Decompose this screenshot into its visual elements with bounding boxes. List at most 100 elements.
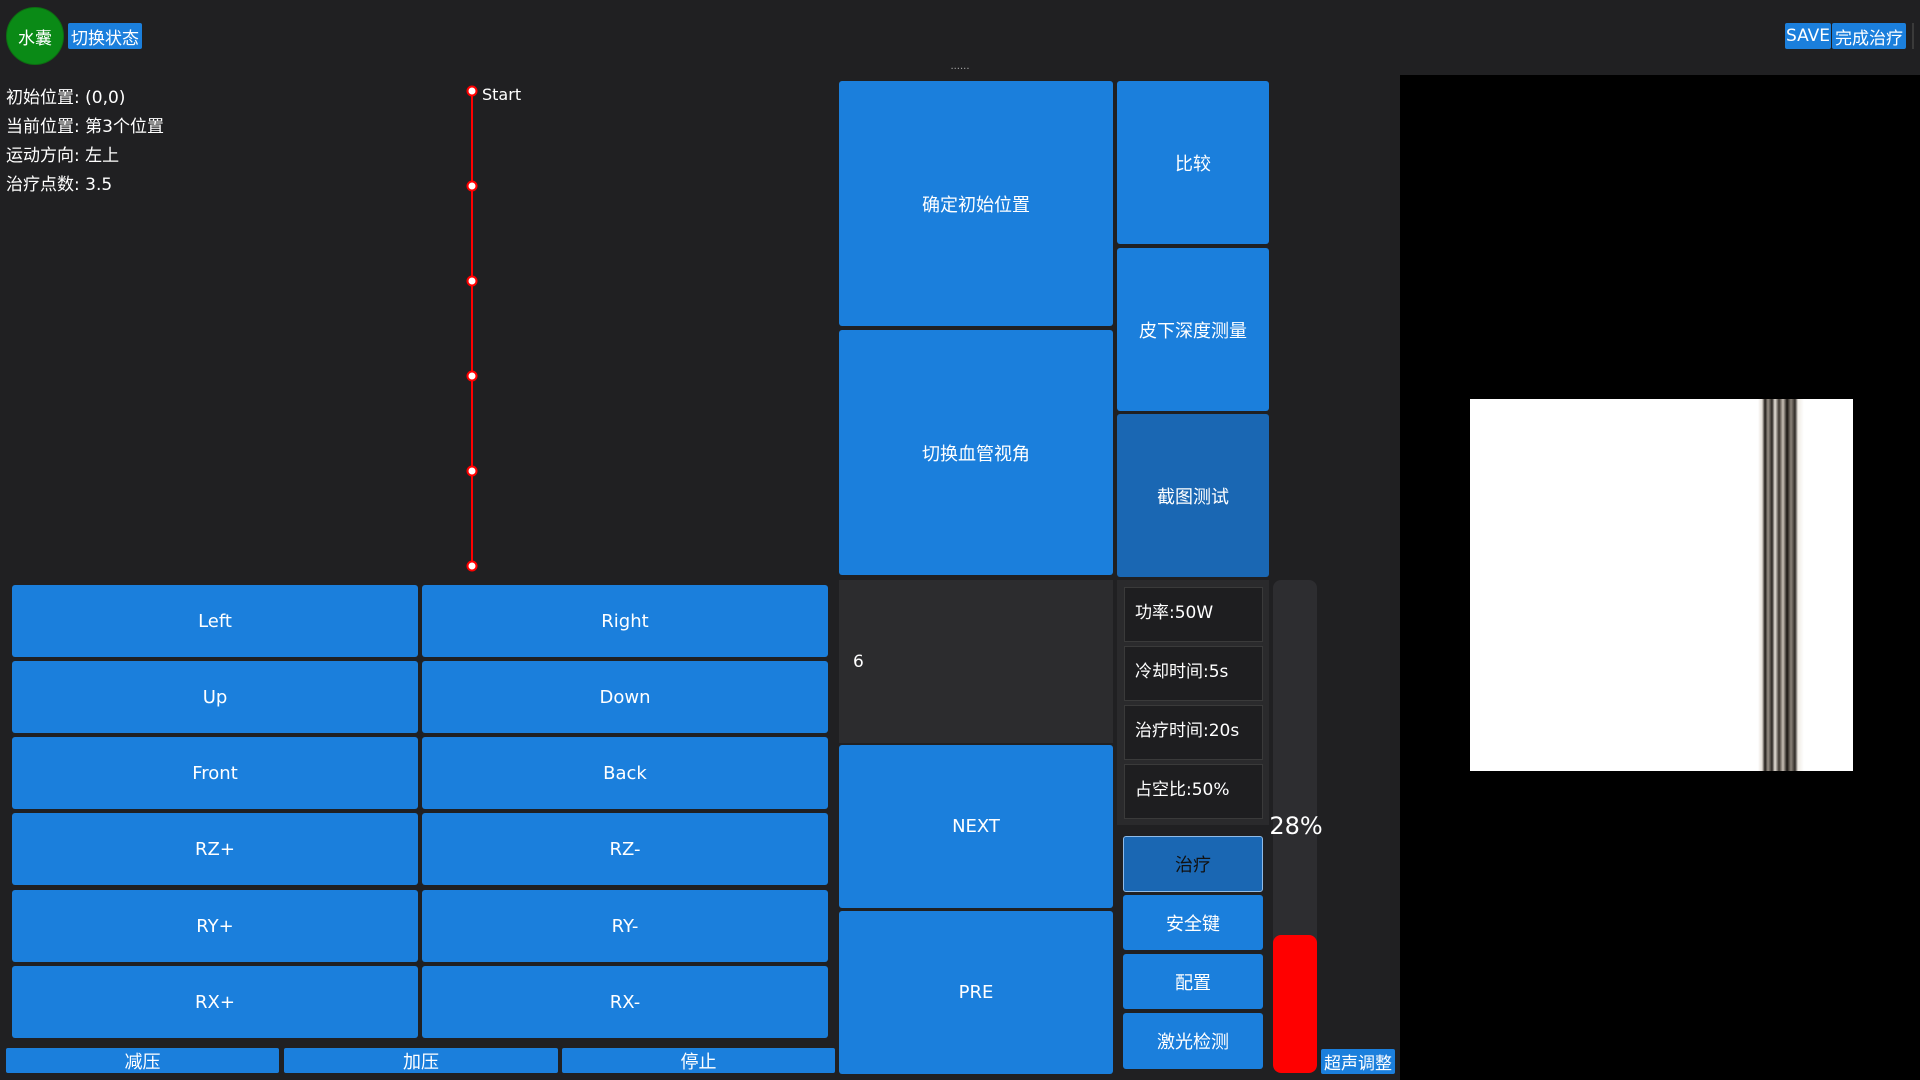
stop-label: 停止: [680, 1051, 717, 1073]
confirm-initial-position-label: 确定初始位置: [922, 194, 1030, 216]
screenshot-test-button[interactable]: 截图测试: [1117, 414, 1269, 577]
motion-down-button[interactable]: Down: [422, 661, 828, 733]
config-label: 配置: [1175, 972, 1211, 994]
ultrasound-adjust-label: 超声调整: [1324, 1054, 1392, 1074]
motion-button-label: Back: [603, 762, 647, 784]
path-start-label: Start: [482, 85, 521, 104]
laser-detect-label: 激光检测: [1157, 1032, 1229, 1053]
motion-button-label: Up: [202, 686, 228, 708]
motion-button-label: RZ-: [609, 838, 641, 860]
initial-position-label: 初始位置:: [6, 88, 80, 108]
path-point: [466, 180, 478, 192]
motion-button-label: RY-: [611, 915, 639, 937]
ultrasound-adjust-button[interactable]: 超声调整: [1321, 1049, 1395, 1074]
safety-key-label: 安全键: [1166, 913, 1220, 935]
finish-treatment-button[interactable]: 完成治疗: [1832, 23, 1906, 49]
treatment-path-diagram: Start: [466, 85, 521, 572]
current-position-value: 第3个位置: [85, 117, 164, 137]
path-point: [466, 465, 478, 477]
compare-button[interactable]: 比较: [1117, 81, 1269, 244]
switch-vessel-view-button[interactable]: 切换血管视角: [839, 330, 1113, 575]
treatment-time-param: 治疗时间:20s: [1124, 705, 1263, 760]
motion-rx-plus-button[interactable]: RX+: [12, 966, 418, 1038]
switch-vessel-view-label: 切换血管视角: [922, 443, 1030, 465]
motion-button-label: Down: [599, 686, 651, 708]
motion-up-button[interactable]: Up: [12, 661, 418, 733]
compare-label: 比较: [1175, 153, 1211, 175]
laser-detect-button[interactable]: 激光检测: [1123, 1013, 1263, 1069]
finish-treatment-label: 完成治疗: [1835, 28, 1903, 49]
save-label: SAVE: [1785, 26, 1831, 46]
switch-state-button[interactable]: 切换状态: [68, 23, 142, 49]
status-indicator[interactable]: 水囊: [6, 7, 64, 65]
treat-label: 治疗: [1175, 855, 1211, 876]
treatment-points-label: 治疗点数:: [6, 175, 80, 195]
direction-label: 运动方向:: [6, 146, 80, 166]
direction-value: 左上: [85, 146, 120, 166]
motion-button-label: RX+: [195, 991, 235, 1013]
motion-button-label: RZ+: [195, 838, 235, 860]
cooling-time-param: 冷却时间:5s: [1124, 646, 1263, 701]
power-gauge-fill: [1273, 934, 1317, 1073]
config-button[interactable]: 配置: [1123, 954, 1263, 1009]
motion-rx-minus-button[interactable]: RX-: [422, 966, 828, 1038]
ultrasound-image: [1470, 399, 1853, 771]
path-point: [466, 370, 478, 382]
decompress-label: 减压: [124, 1051, 161, 1073]
power-label: 功率:50W: [1135, 603, 1214, 623]
decompress-button[interactable]: 减压: [6, 1048, 279, 1073]
status-indicator-label: 水囊: [18, 28, 52, 49]
safety-key-button[interactable]: 安全键: [1123, 895, 1263, 950]
motion-ry-plus-button[interactable]: RY+: [12, 890, 418, 962]
path-point: [466, 85, 478, 97]
motion-back-button[interactable]: Back: [422, 737, 828, 809]
motion-button-label: Front: [192, 762, 238, 784]
current-position-label: 当前位置:: [6, 117, 80, 137]
motion-button-label: RX-: [609, 991, 641, 1013]
treatment-points-row: 治疗点数: 3.5: [6, 170, 112, 195]
motion-left-button[interactable]: Left: [12, 585, 418, 657]
direction-row: 运动方向: 左上: [6, 141, 119, 166]
pre-label: PRE: [958, 982, 994, 1003]
compress-button[interactable]: 加压: [284, 1048, 558, 1073]
subcutaneous-depth-button[interactable]: 皮下深度测量: [1117, 248, 1269, 411]
current-position-row: 当前位置: 第3个位置: [6, 112, 164, 137]
pre-button[interactable]: PRE: [839, 911, 1113, 1074]
drag-handle[interactable]: ......: [940, 62, 980, 74]
drag-handle-dots: ......: [950, 61, 970, 72]
motion-ry-minus-button[interactable]: RY-: [422, 890, 828, 962]
motion-rz-minus-button[interactable]: RZ-: [422, 813, 828, 885]
confirm-initial-position-button[interactable]: 确定初始位置: [839, 81, 1113, 326]
motion-button-label: Left: [198, 610, 232, 632]
motion-front-button[interactable]: Front: [12, 737, 418, 809]
subcutaneous-depth-label: 皮下深度测量: [1139, 320, 1247, 342]
ultrasound-image-band: [1758, 399, 1804, 771]
path-point: [466, 275, 478, 287]
path-point: [466, 560, 478, 572]
screenshot-test-label: 截图测试: [1157, 486, 1229, 508]
next-label: NEXT: [952, 816, 1000, 837]
power-param: 功率:50W: [1124, 587, 1263, 642]
treatment-points-value: 3.5: [85, 175, 113, 195]
motion-button-label: RY+: [196, 915, 234, 937]
stop-button[interactable]: 停止: [562, 1048, 835, 1073]
next-button[interactable]: NEXT: [839, 745, 1113, 908]
motion-button-label: Right: [601, 610, 649, 632]
power-gauge-percent-label: 28%: [1269, 812, 1323, 840]
cooling-time-label: 冷却时间:5s: [1135, 662, 1229, 682]
power-gauge-percent: 28%: [1266, 812, 1326, 840]
motion-rz-plus-button[interactable]: RZ+: [12, 813, 418, 885]
duty-cycle-label: 占空比:50%: [1135, 780, 1230, 800]
initial-position-value: (0,0): [85, 88, 126, 108]
compress-label: 加压: [403, 1051, 439, 1073]
treatment-time-label: 治疗时间:20s: [1135, 721, 1240, 741]
header-edge-divider: [1912, 23, 1914, 49]
motion-right-button[interactable]: Right: [422, 585, 828, 657]
switch-state-label: 切换状态: [71, 28, 139, 49]
treat-button[interactable]: 治疗: [1123, 836, 1263, 892]
save-button[interactable]: SAVE: [1785, 23, 1831, 49]
initial-position-row: 初始位置: (0,0): [6, 83, 125, 108]
duty-cycle-param: 占空比:50%: [1124, 764, 1263, 819]
counter-display[interactable]: 6: [839, 580, 1113, 743]
ultrasound-viewer[interactable]: [1400, 75, 1920, 1080]
